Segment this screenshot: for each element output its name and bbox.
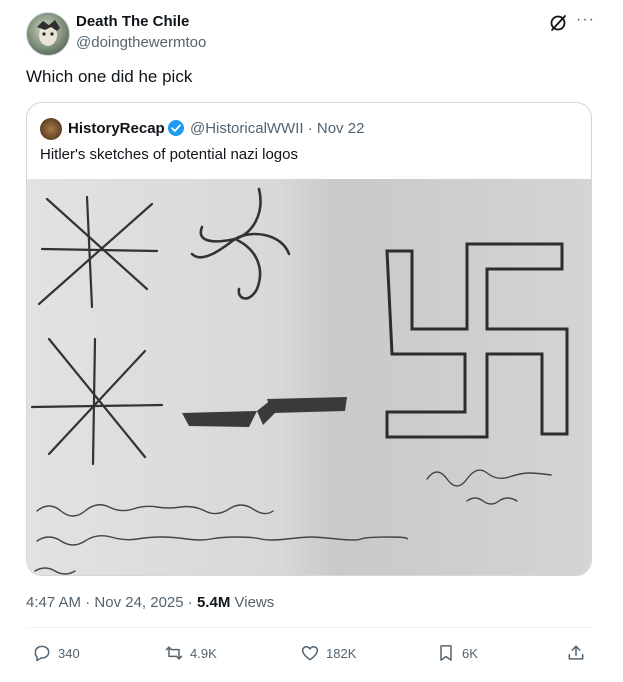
verified-icon xyxy=(168,120,184,136)
bookmark-count: 6K xyxy=(462,645,478,661)
more-icon[interactable]: ··· xyxy=(576,11,595,29)
reply-icon xyxy=(34,645,50,662)
share-icon xyxy=(568,645,584,660)
action-bar: 340 4.9K 182K 6K xyxy=(0,640,623,670)
post: Death The Chile @doingthewermtoo ··· Whi… xyxy=(0,0,623,682)
sketch-image[interactable] xyxy=(27,179,591,575)
share-button[interactable] xyxy=(566,643,592,663)
author-avatar[interactable] xyxy=(26,12,70,56)
quote-handle-date[interactable]: @HistoricalWWII · Nov 22 xyxy=(190,120,364,137)
grok-icon[interactable] xyxy=(548,13,568,33)
meta-separator: · xyxy=(187,594,197,611)
post-date[interactable]: Nov 24, 2025 xyxy=(94,594,183,611)
post-meta: 4:47 AM · Nov 24, 2025 · 5.4M Views xyxy=(26,594,274,611)
author-handle[interactable]: @doingthewermtoo xyxy=(76,34,206,51)
like-icon xyxy=(301,646,319,661)
divider xyxy=(26,627,592,628)
meta-separator: · xyxy=(85,594,95,611)
bookmark-icon xyxy=(440,645,452,661)
repost-button[interactable]: 4.9K xyxy=(164,643,217,663)
post-time[interactable]: 4:47 AM xyxy=(26,594,81,611)
reply-count: 340 xyxy=(58,645,80,661)
views-count: 5.4M xyxy=(196,594,231,611)
post-text: Which one did he pick xyxy=(26,67,193,86)
views-label: Views xyxy=(234,594,275,611)
reply-button[interactable]: 340 xyxy=(32,643,80,663)
quoted-post[interactable]: HistoryRecap @HistoricalWWII · Nov 22 Hi… xyxy=(26,102,592,576)
like-button[interactable]: 182K xyxy=(300,643,356,663)
repost-icon xyxy=(165,646,183,660)
bookmark-button[interactable]: 6K xyxy=(436,643,478,663)
repost-count: 4.9K xyxy=(190,645,217,661)
quote-avatar[interactable] xyxy=(40,118,62,140)
author-name[interactable]: Death The Chile xyxy=(76,13,189,30)
like-count: 182K xyxy=(326,645,357,661)
quote-author-name[interactable]: HistoryRecap xyxy=(68,120,165,137)
quote-text: Hitler's sketches of potential nazi logo… xyxy=(40,146,298,163)
